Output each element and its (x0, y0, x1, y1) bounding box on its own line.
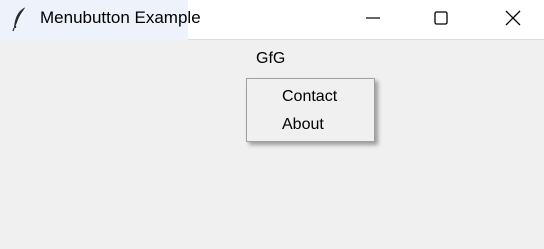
feather-icon (10, 6, 30, 32)
dropdown-menu: Contact About (246, 78, 375, 142)
menu-item-contact[interactable]: Contact (282, 87, 337, 107)
window-title: Menubutton Example (40, 8, 201, 27)
gfg-menubutton[interactable]: GfG (252, 48, 292, 70)
title-bar[interactable]: Menubutton Example (0, 0, 544, 40)
minimize-icon (365, 10, 381, 31)
maximize-icon (433, 10, 449, 31)
close-icon (504, 9, 522, 32)
maximize-button[interactable] (418, 0, 464, 40)
close-button[interactable] (490, 0, 536, 40)
app-window: Menubutton Example GfG Contact About (0, 0, 544, 249)
minimize-button[interactable] (350, 0, 396, 40)
menu-item-about[interactable]: About (282, 115, 324, 135)
